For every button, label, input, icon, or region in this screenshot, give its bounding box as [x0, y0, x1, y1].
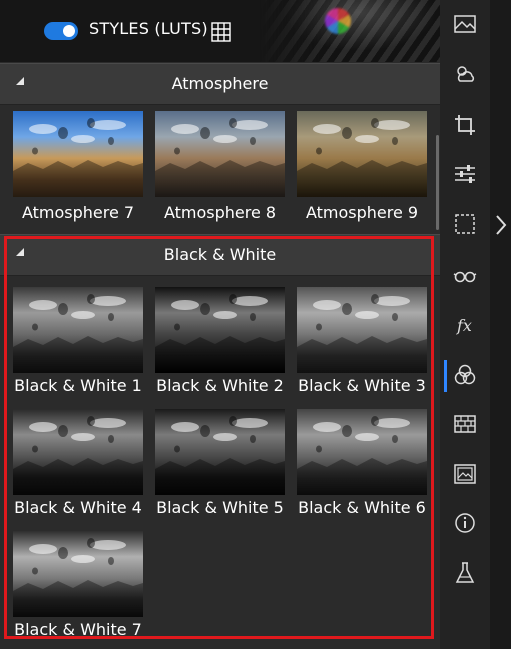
collapse-strip	[490, 0, 511, 649]
style-label: Atmosphere 9	[305, 203, 419, 222]
style-thumbnail[interactable]	[13, 111, 143, 197]
flask-icon[interactable]	[452, 560, 478, 586]
group-header-atmosphere[interactable]: Atmosphere	[0, 63, 440, 105]
landscape-icon[interactable]	[452, 11, 478, 37]
chevron-right-icon[interactable]	[494, 213, 508, 237]
crop-icon[interactable]	[452, 112, 478, 138]
active-tool-indicator	[444, 360, 447, 392]
header-pencils-graphic	[260, 0, 440, 62]
fx-icon[interactable]: fx	[452, 312, 478, 338]
color-circles-icon[interactable]	[452, 362, 478, 388]
grid-view-icon[interactable]	[211, 22, 231, 42]
info-icon[interactable]	[452, 510, 478, 536]
style-thumbnail[interactable]	[155, 111, 285, 197]
style-thumbnail[interactable]	[297, 111, 427, 197]
header-color-wheel-graphic	[325, 8, 351, 34]
selection-icon[interactable]	[452, 211, 478, 237]
panel-header: STYLES (LUTS)	[0, 0, 440, 62]
texture-icon[interactable]	[452, 411, 478, 437]
styles-label: STYLES (LUTS)	[89, 19, 208, 38]
svg-text:fx: fx	[456, 316, 472, 335]
weather-icon[interactable]	[452, 61, 478, 87]
selection-highlight	[4, 236, 434, 639]
panel-scrollbar[interactable]	[436, 135, 439, 230]
toggle-knob	[63, 25, 75, 37]
right-toolbar: fx	[440, 0, 490, 649]
image-icon[interactable]	[452, 461, 478, 487]
sliders-icon[interactable]	[452, 161, 478, 187]
glasses-icon[interactable]	[452, 262, 478, 288]
style-label: Atmosphere 8	[163, 203, 277, 222]
styles-toggle[interactable]	[44, 22, 78, 40]
group-title: Atmosphere	[171, 74, 269, 93]
style-label: Atmosphere 7	[21, 203, 135, 222]
